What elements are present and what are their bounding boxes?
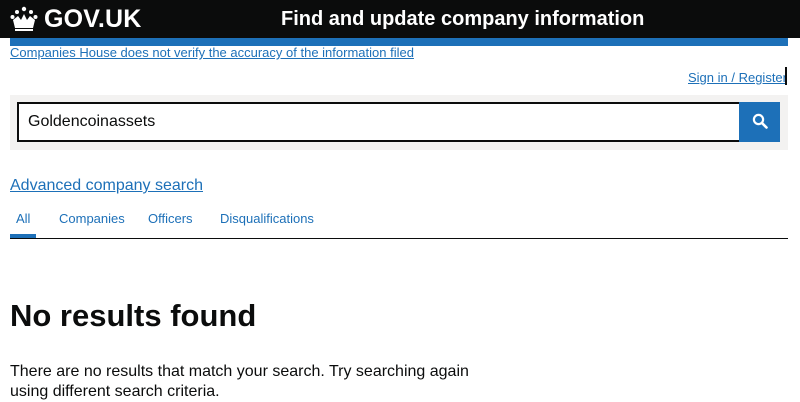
no-results-message: There are no results that match your sea…	[10, 363, 469, 400]
selected-tab-indicator	[10, 234, 36, 238]
govuk-logo-link[interactable]: GOV.UK	[10, 3, 142, 35]
results-tabs: All Companies Officers Disqualifications	[10, 209, 788, 239]
tab-officers[interactable]: Officers	[148, 211, 193, 226]
search-input[interactable]: Goldencoinassets	[17, 102, 748, 142]
no-results-heading: No results found	[10, 298, 257, 333]
logo-text: GOV.UK	[44, 4, 142, 33]
service-name-link[interactable]: Find and update company information	[281, 4, 644, 34]
tab-disqualifications[interactable]: Disqualifications	[220, 211, 314, 226]
search-button[interactable]	[739, 102, 780, 142]
tab-companies[interactable]: Companies	[59, 211, 125, 226]
site-header: GOV.UK Find and update company informati…	[0, 0, 800, 38]
crown-icon	[10, 6, 38, 32]
search-panel: Goldencoinassets	[10, 95, 788, 150]
disclaimer-link[interactable]: Companies House does not verify the accu…	[10, 45, 414, 60]
text-cursor	[785, 67, 787, 85]
tab-all[interactable]: All	[16, 211, 30, 226]
sign-in-register-link[interactable]: Sign in / Register	[688, 70, 787, 85]
search-icon	[752, 113, 768, 132]
advanced-company-search-link[interactable]: Advanced company search	[10, 177, 203, 195]
